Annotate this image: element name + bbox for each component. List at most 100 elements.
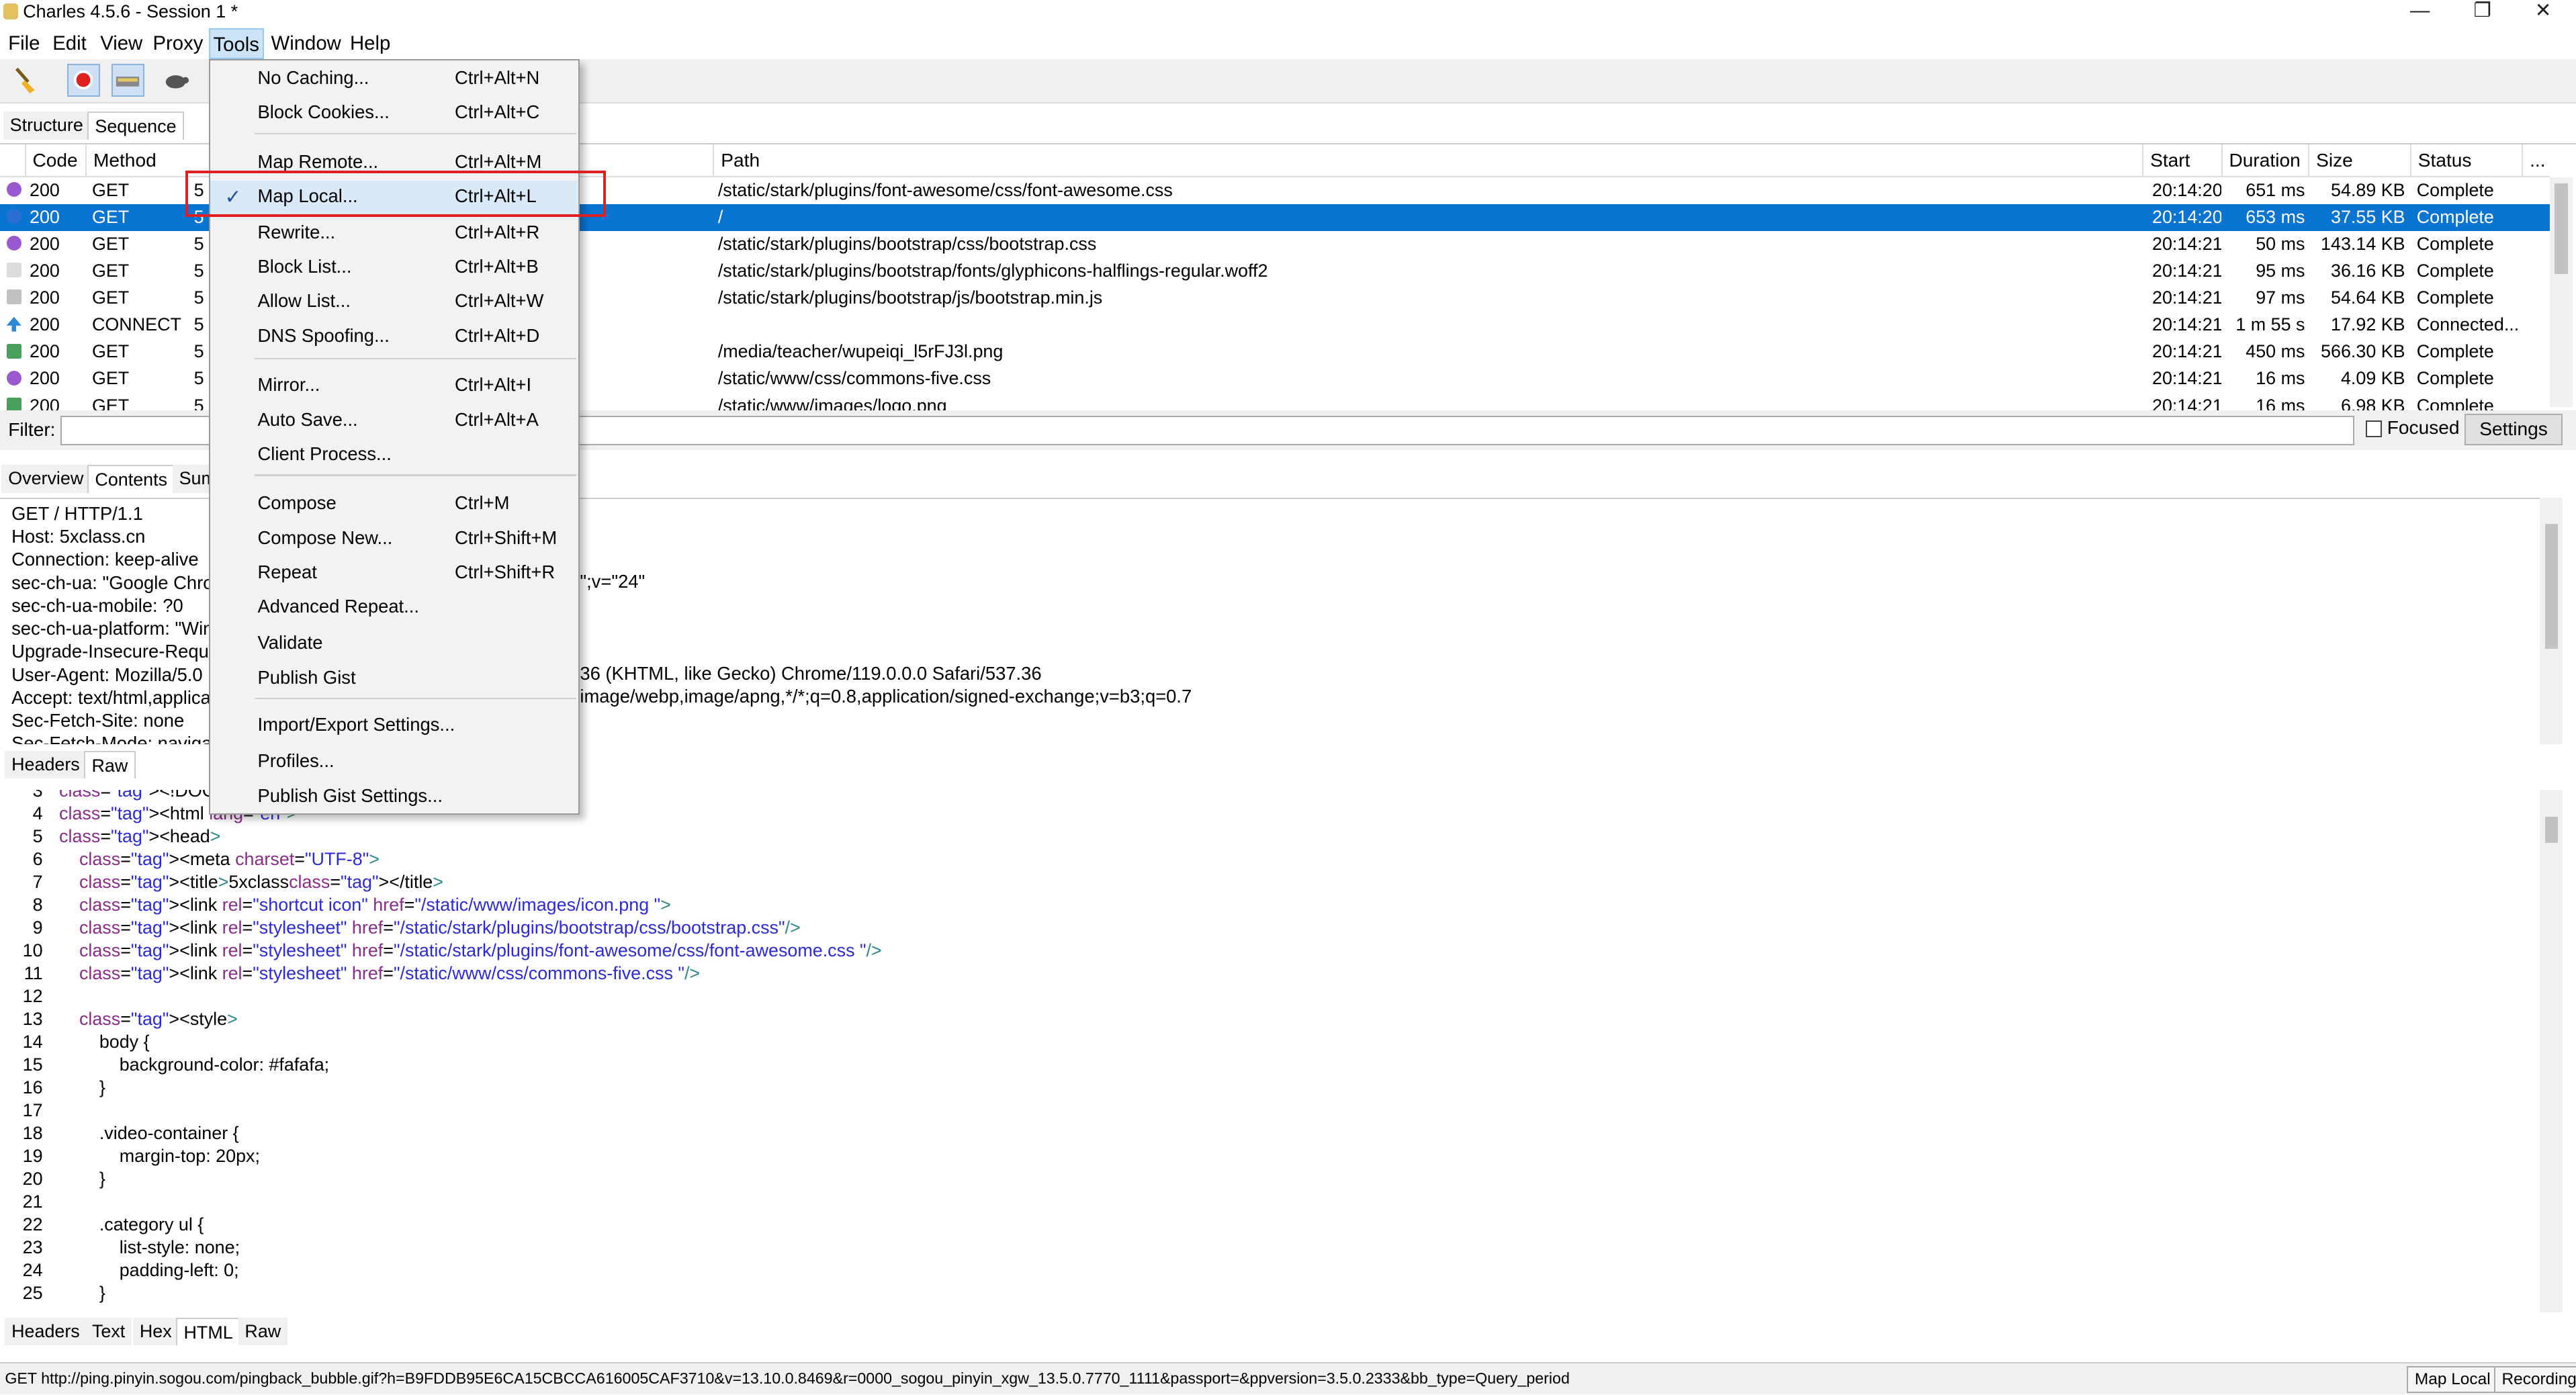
menu-item-publish-gist-settings[interactable]: Publish Gist Settings...	[210, 780, 578, 814]
menu-item-allow-list[interactable]: Allow List... Ctrl+Alt+W	[210, 285, 578, 320]
restore-button[interactable]: ❐	[2458, 0, 2507, 23]
menu-item-compose-new[interactable]: Compose New... Ctrl+Shift+M	[210, 522, 578, 556]
css-icon	[6, 182, 21, 197]
menu-item-mirror[interactable]: Mirror... Ctrl+Alt+I	[210, 369, 578, 404]
menu-item-profiles[interactable]: Profiles...	[210, 746, 578, 780]
request-continuation: image/webp,image/apng,*/*;q=0.8,applicat…	[580, 685, 1192, 707]
row-method: GET	[91, 341, 130, 362]
menu-item-label: Publish Gist Settings...	[257, 784, 443, 806]
recording-status-button[interactable]: Recording	[2493, 1366, 2576, 1393]
menu-item-rewrite[interactable]: Rewrite... Ctrl+Alt+R	[210, 216, 578, 251]
table-scrollbar[interactable]	[2549, 177, 2573, 408]
menu-item-shortcut: Ctrl+Alt+C	[455, 101, 540, 123]
menu-item-validate[interactable]: Validate	[210, 627, 578, 662]
line-number: 20	[22, 1168, 43, 1189]
line-number: 19	[22, 1145, 43, 1166]
row-host: 5	[193, 261, 204, 281]
col-path[interactable]: Path	[713, 144, 2142, 177]
tab-resp-html[interactable]: HTML	[175, 1317, 241, 1346]
col-code[interactable]: Code	[24, 144, 85, 177]
minimize-button[interactable]: —	[2395, 0, 2444, 23]
menu-item-advanced-repeat[interactable]: Advanced Repeat...	[210, 591, 578, 625]
tab-resp-raw[interactable]: Raw	[238, 1317, 287, 1346]
broom-icon[interactable]	[10, 64, 43, 97]
col-more[interactable]: ...	[2522, 144, 2550, 177]
menu-item-no-caching[interactable]: No Caching... Ctrl+Alt+N	[210, 62, 578, 96]
request-header-line: sec-ch-ua: "Google Chron	[11, 572, 224, 593]
throttle-icon[interactable]	[112, 64, 145, 97]
line-number: 22	[22, 1214, 43, 1234]
row-code: 200	[30, 368, 60, 389]
response-sub-tabs: Headers Text Hex HTML Raw	[0, 1317, 493, 1346]
request-scrollbar[interactable]	[2540, 498, 2563, 744]
row-host: 5	[193, 233, 204, 254]
col-status[interactable]: Status	[2409, 144, 2522, 177]
menu-item-import-export-settings[interactable]: Import/Export Settings...	[210, 709, 578, 744]
col-method[interactable]: Method	[85, 144, 187, 177]
line-number: 6	[32, 848, 43, 869]
response-scrollbar[interactable]	[2540, 790, 2563, 1313]
col-size[interactable]: Size	[2308, 144, 2410, 177]
close-button[interactable]: ✕	[2518, 0, 2567, 23]
tab-req-raw[interactable]: Raw	[83, 750, 136, 779]
tab-structure[interactable]: Structure	[3, 111, 90, 140]
request-header-line: sec-ch-ua-mobile: ?0	[11, 594, 183, 616]
menu-help[interactable]: Help	[347, 28, 394, 59]
menu-item-shortcut: Ctrl+Alt+W	[455, 290, 544, 312]
settings-button[interactable]: Settings	[2464, 414, 2563, 445]
row-size: 566.30 KB	[2321, 341, 2405, 362]
menu-file[interactable]: File	[5, 28, 43, 59]
menu-item-shortcut: Ctrl+Alt+M	[455, 150, 542, 172]
menu-item-label: Advanced Repeat...	[257, 596, 419, 617]
row-path: /media/teacher/wupeiqi_l5rFJ3l.png	[717, 341, 1004, 362]
code-line: padding-left: 0;	[59, 1259, 239, 1280]
row-start: 20:14:21	[2151, 261, 2221, 281]
row-start: 20:14:20	[2151, 206, 2221, 227]
map-local-status-button[interactable]: Map Local	[2407, 1366, 2499, 1393]
tab-resp-headers[interactable]: Headers	[5, 1317, 87, 1346]
focused-checkbox[interactable]	[2365, 420, 2383, 437]
menu-item-publish-gist[interactable]: Publish Gist	[210, 662, 578, 696]
menu-item-client-process[interactable]: Client Process...	[210, 439, 578, 473]
menu-view[interactable]: View	[97, 28, 146, 59]
tab-resp-hex[interactable]: Hex	[133, 1317, 179, 1346]
menu-item-compose[interactable]: Compose Ctrl+M	[210, 488, 578, 522]
row-method: GET	[91, 179, 130, 200]
col-start[interactable]: Start	[2142, 144, 2221, 177]
turtle-icon[interactable]	[159, 64, 192, 97]
menu-separator	[254, 698, 577, 700]
menu-item-dns-spoofing[interactable]: DNS Spoofing... Ctrl+Alt+D	[210, 320, 578, 354]
row-start: 20:14:21	[2151, 368, 2221, 389]
menu-bar: File Edit View Proxy Tools Window Help	[0, 28, 2576, 60]
line-number: 12	[22, 985, 43, 1006]
col-duration[interactable]: Duration	[2221, 144, 2309, 177]
tab-overview[interactable]: Overview	[1, 465, 91, 493]
line-number: 13	[22, 1008, 43, 1029]
menu-proxy[interactable]: Proxy	[150, 28, 207, 59]
menu-tools[interactable]: Tools	[208, 28, 264, 60]
menu-item-block-cookies[interactable]: Block Cookies... Ctrl+Alt+C	[210, 97, 578, 131]
menu-item-shortcut: Ctrl+Alt+B	[455, 256, 539, 277]
menu-item-block-list[interactable]: Block List... Ctrl+Alt+B	[210, 251, 578, 285]
menu-item-shortcut: Ctrl+Alt+D	[455, 324, 540, 346]
tab-contents[interactable]: Contents	[87, 465, 175, 493]
file-icon	[6, 263, 21, 278]
menu-item-label: Mirror...	[257, 374, 320, 396]
line-number: 3	[32, 790, 43, 801]
tab-req-headers[interactable]: Headers	[5, 750, 87, 779]
menu-item-label: Client Process...	[257, 443, 392, 464]
tab-sequence[interactable]: Sequence	[87, 111, 185, 140]
menu-item-auto-save[interactable]: Auto Save... Ctrl+Alt+A	[210, 404, 578, 438]
menu-edit[interactable]: Edit	[49, 28, 89, 59]
code-line: }	[59, 1168, 105, 1189]
row-start: 20:14:21	[2151, 233, 2221, 254]
tab-resp-text[interactable]: Text	[85, 1317, 132, 1346]
menu-window[interactable]: Window	[268, 28, 345, 59]
focused-label: Focused	[2387, 417, 2460, 439]
row-code: 200	[30, 287, 60, 308]
menu-item-repeat[interactable]: Repeat Ctrl+Shift+R	[210, 557, 578, 591]
line-number: 7	[32, 871, 43, 892]
menu-separator	[254, 357, 577, 360]
code-line: class="tag"><link rel="stylesheet" href=…	[79, 940, 882, 960]
record-icon[interactable]	[67, 64, 101, 97]
